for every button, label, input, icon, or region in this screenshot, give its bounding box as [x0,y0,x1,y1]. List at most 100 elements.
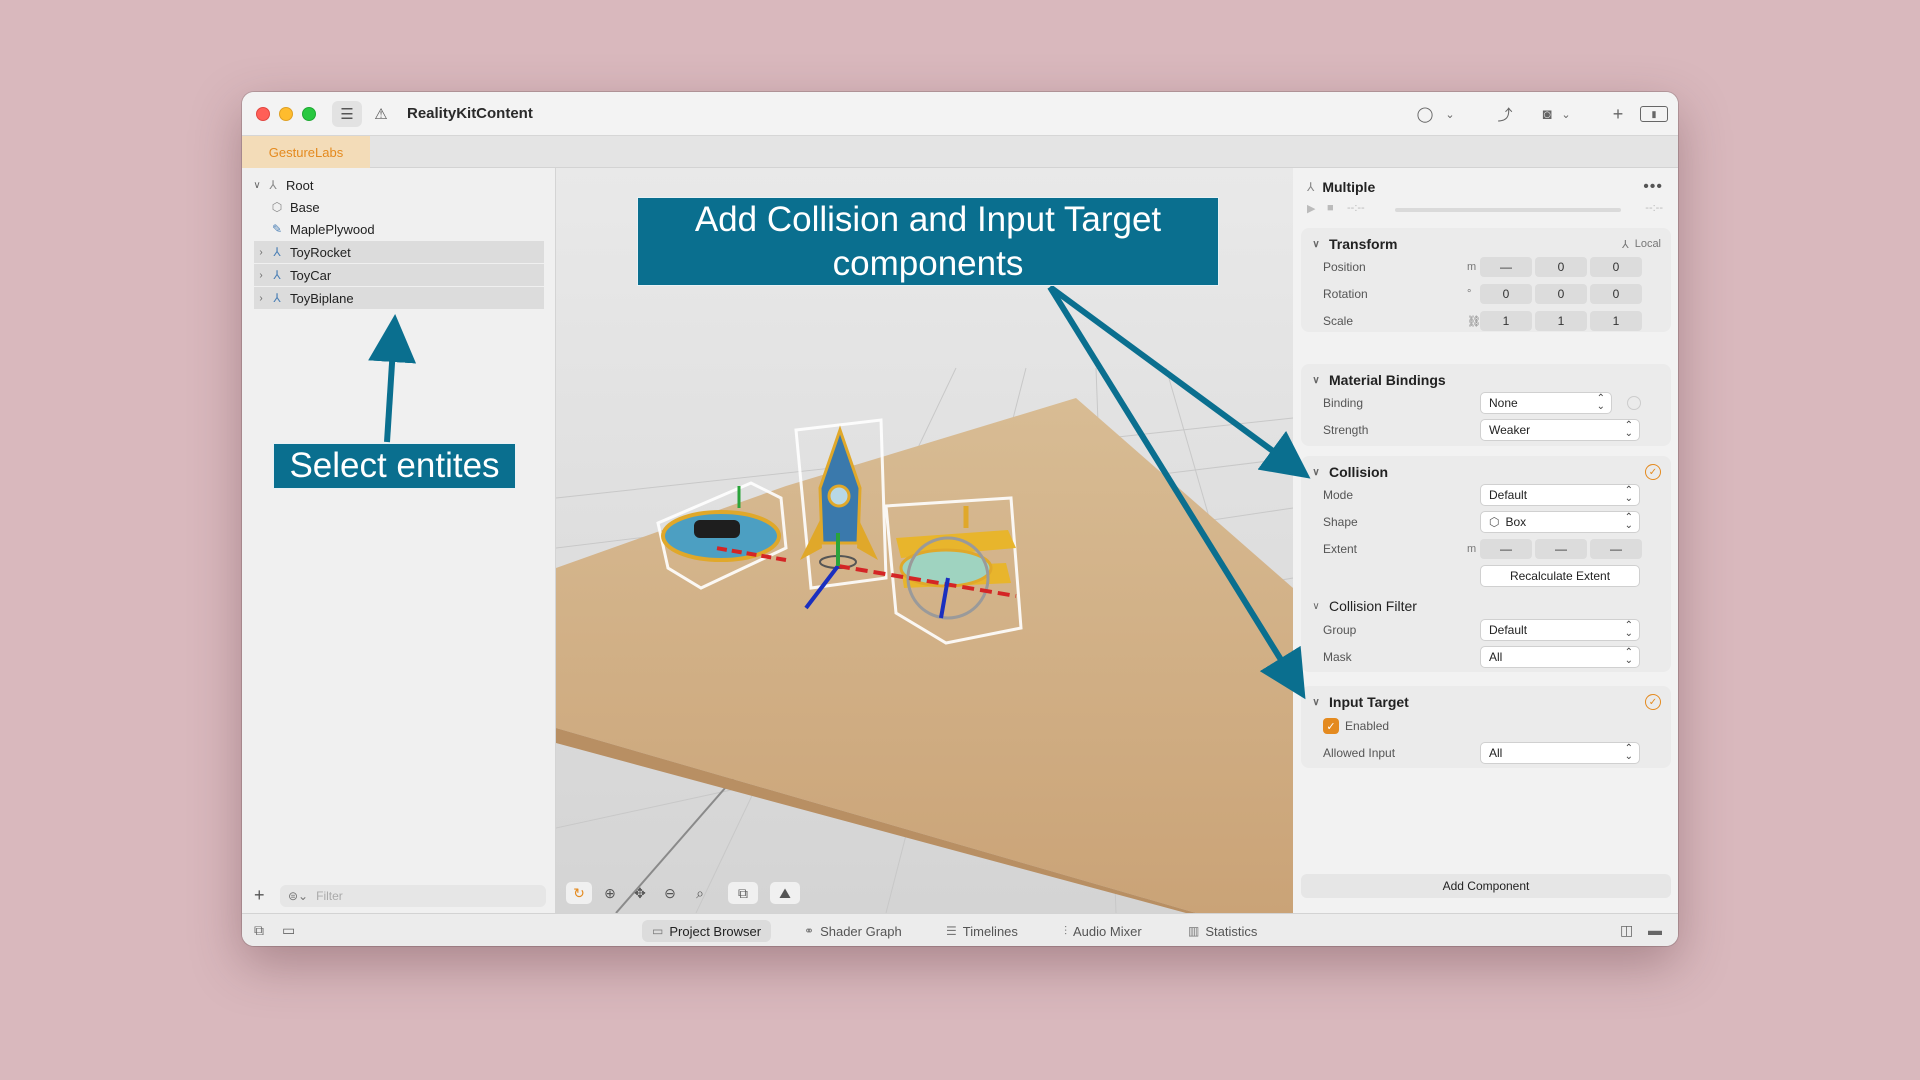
collision-header[interactable]: ∨ Collision [1309,462,1388,482]
filter-options-icon[interactable]: ⊜⌄ [288,889,308,903]
tree-item-toycar[interactable]: › ⅄ ToyCar [254,264,544,286]
binding-clear-icon[interactable] [1627,396,1641,410]
tab-gesturelabs[interactable]: GestureLabs [242,136,370,168]
zoom-window-button[interactable] [302,107,316,121]
tree-item-toybiplane[interactable]: › ⅄ ToyBiplane [254,287,544,309]
headset-icon[interactable]: ◯ [1412,102,1438,126]
mask-label: Mask [1323,650,1352,664]
chevron-right-icon[interactable]: › [254,270,268,281]
rotation-x-field[interactable]: 0 [1480,284,1532,304]
position-z-field[interactable]: 0 [1590,257,1642,277]
binding-popup[interactable]: None ⌃ ⌄ [1480,392,1612,414]
collision-filter-header[interactable]: ∨ Collision Filter [1309,596,1417,616]
extent-x-field[interactable]: — [1480,539,1532,559]
cube-icon: ⬡ [271,200,283,214]
stop-icon[interactable]: ■ [1327,202,1334,214]
rotation-z-field[interactable]: 0 [1590,284,1642,304]
warning-icon[interactable]: ⚠ [368,101,394,127]
callout-select-entities: Select entites [273,443,516,489]
group-popup[interactable]: Default ⌃ ⌄ [1480,619,1640,641]
mask-popup[interactable]: All ⌃ ⌄ [1480,646,1640,668]
chevron-down-icon[interactable]: ⌄ [1442,102,1458,126]
allowed-input-popup[interactable]: All ⌃ ⌄ [1480,742,1640,764]
enabled-label: Enabled [1345,719,1390,733]
playback-scrubber[interactable] [1395,208,1621,212]
tree-item-label: ToyCar [290,267,332,283]
component-active-icon[interactable]: ✓ [1645,464,1661,480]
material-bindings-header[interactable]: ∨ Material Bindings [1309,370,1445,390]
tree-item-mapleplywood[interactable]: ✎ MaplePlywood [268,218,556,240]
list-icon[interactable]: ☰ [332,101,362,127]
tab-project-browser[interactable]: ▭ Project Browser [642,920,772,942]
extent-z-field[interactable]: — [1590,539,1642,559]
popup-arrows-icon: ⌃ ⌄ [1624,420,1633,439]
scale-y-field[interactable]: 1 [1535,311,1587,331]
input-target-header[interactable]: ∨ Input Target [1309,692,1409,712]
coordinate-space-toggle[interactable]: ⅄ Local [1622,234,1661,254]
chevron-down-icon[interactable]: ∨ [1309,697,1323,708]
rotate-tool-icon[interactable]: ⊖ [658,882,682,904]
tree-item-toyrocket[interactable]: › ⅄ ToyRocket [254,241,544,263]
inspector-panel-toggle-icon[interactable]: ◫ [1620,922,1633,939]
mode-label: Mode [1323,488,1354,502]
strength-popup[interactable]: Weaker ⌃ ⌄ [1480,419,1640,441]
chevron-right-icon[interactable]: › [254,247,268,258]
section-title: Collision [1329,464,1389,480]
statistics-icon: ▥ [1188,924,1200,938]
rotation-y-field[interactable]: 0 [1535,284,1587,304]
add-entity-icon[interactable]: + [254,885,265,906]
entity-icon: ⅄ [1307,180,1315,194]
sidebar-toggle-icon[interactable]: ▭ [282,922,295,939]
chevron-down-icon[interactable]: ⌄ [1558,102,1574,126]
play-icon[interactable]: ▶ [1307,202,1315,215]
position-x-field[interactable]: — [1480,257,1532,277]
scale-z-field[interactable]: 1 [1590,311,1642,331]
chevron-down-icon[interactable]: ∨ [250,180,264,191]
strength-label: Strength [1323,423,1369,437]
tab-statistics[interactable]: ▥ Statistics [1178,920,1267,942]
tab-shader-graph[interactable]: ⚭ Shader Graph [794,920,912,942]
orbit-tool-icon[interactable]: ⊕ [598,882,622,904]
camera-icon[interactable]: ◙ [1536,102,1558,126]
position-y-field[interactable]: 0 [1535,257,1587,277]
extent-y-field[interactable]: — [1535,539,1587,559]
camera-view-icon[interactable]: ⧉ [728,882,758,904]
send-to-device-icon[interactable]: ⤴ [1492,102,1518,126]
popup-arrows-icon: ⌃ ⌄ [1624,512,1633,531]
tab-label: Timelines [962,923,1018,939]
tab-audio-mixer[interactable]: ⫶ Audio Mixer [1054,920,1152,942]
tree-item-label: ToyBiplane [290,290,354,306]
bottom-panel-toggle-icon[interactable]: ▬ [1648,922,1662,938]
component-active-icon[interactable]: ✓ [1645,694,1661,710]
select-tool-icon[interactable]: ↻ [566,882,592,904]
shape-popup[interactable]: ⬡ Box ⌃ ⌄ [1480,511,1640,533]
pan-tool-icon[interactable]: ✥ [628,882,652,904]
tree-item-root[interactable]: ∨ ⅄ Root [250,174,538,196]
transform-header[interactable]: ∨ Transform [1309,234,1397,254]
popup-arrows-icon: ⌃ ⌄ [1596,393,1605,412]
chevron-down-icon[interactable]: ∨ [1309,239,1323,250]
inspector-toggle-icon[interactable]: ▮ [1640,106,1668,122]
chevron-down-icon[interactable]: ∨ [1309,601,1323,612]
more-options-icon[interactable]: ••• [1643,178,1663,196]
filter-input[interactable]: ⊜⌄ Filter [280,885,546,907]
minimize-window-button[interactable] [279,107,293,121]
chevron-right-icon[interactable]: › [254,293,268,304]
chevron-down-icon[interactable]: ∨ [1309,375,1323,386]
link-icon[interactable]: ⛓ [1467,310,1481,332]
tab-timelines[interactable]: ☰ Timelines [936,920,1028,942]
scale-x-field[interactable]: 1 [1480,311,1532,331]
chevron-down-icon[interactable]: ∨ [1309,467,1323,478]
mode-popup[interactable]: Default ⌃ ⌄ [1480,484,1640,506]
close-window-button[interactable] [256,107,270,121]
add-icon[interactable]: + [1606,102,1630,126]
environment-icon[interactable]: ⛰ [770,882,800,904]
position-unit: m [1467,261,1477,273]
recalculate-extent-button[interactable]: Recalculate Extent [1480,565,1640,587]
zoom-tool-icon[interactable]: ⌕ [688,882,712,904]
section-title: Input Target [1329,694,1409,710]
windows-icon[interactable]: ⧉ [254,922,264,939]
enabled-checkbox[interactable]: ✓ [1323,718,1339,734]
tree-item-base[interactable]: ⬡ Base [268,196,556,218]
add-component-button[interactable]: Add Component [1301,874,1671,898]
